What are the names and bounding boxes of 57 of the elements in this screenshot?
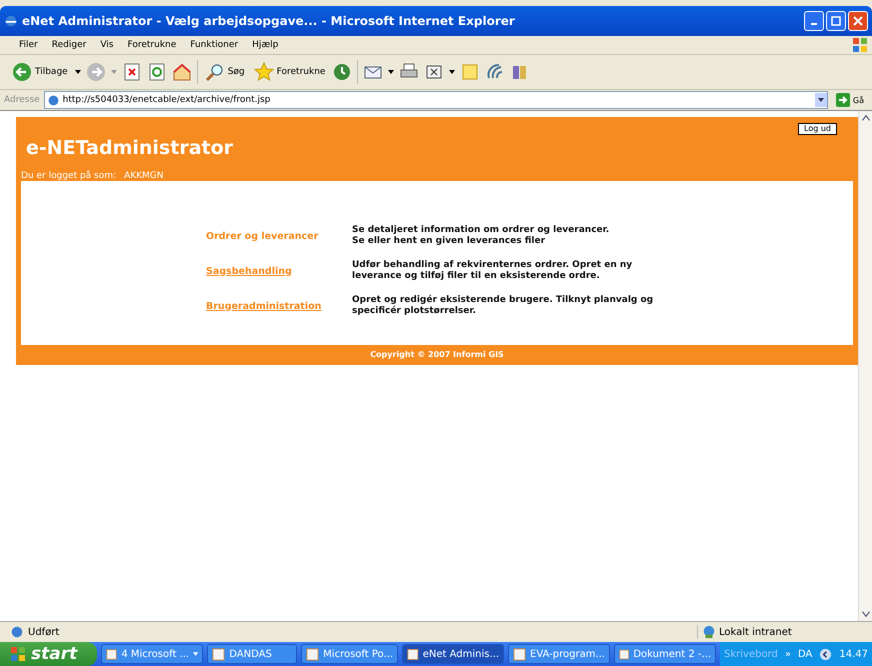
- window-icon: [106, 648, 118, 660]
- status-text: Udført: [28, 626, 60, 638]
- tray-icon[interactable]: [819, 648, 832, 660]
- close-button[interactable]: [848, 11, 868, 31]
- zone-text: Lokalt intranet: [719, 626, 792, 638]
- clock: 14.47: [839, 648, 868, 660]
- maximize-button[interactable]: [826, 11, 846, 31]
- windows-logo-icon: [10, 646, 26, 662]
- start-button[interactable]: start: [0, 642, 98, 666]
- window-icon: [306, 648, 320, 660]
- stop-icon[interactable]: [122, 62, 142, 82]
- search-button[interactable]: Søg: [202, 62, 247, 82]
- caret-icon[interactable]: [74, 70, 81, 74]
- minimize-button[interactable]: [804, 11, 824, 31]
- browser-icon: [4, 14, 18, 28]
- window-icon: [513, 648, 526, 660]
- link-description: Opret og redigér eksisterende brugere. Tilknyt planvalg og specificér plotstørrelser.: [352, 295, 654, 317]
- favorites-button[interactable]: Foretrukne: [252, 62, 328, 82]
- search-icon: [204, 62, 225, 82]
- windows-logo-icon: [852, 37, 868, 53]
- caret-icon[interactable]: [388, 70, 394, 74]
- user-label: Du er logget på som:: [21, 171, 116, 181]
- go-arrow-icon: [836, 93, 850, 107]
- dropdown-icon[interactable]: [814, 93, 827, 107]
- window-icon: [407, 648, 419, 660]
- menu-item[interactable]: Vis: [93, 40, 120, 50]
- home-icon[interactable]: [172, 62, 192, 82]
- window-title: eNet Administrator - Vælg arbejdsopgave... - Microsoft Internet Explorer: [22, 14, 516, 28]
- maximize-icon: [831, 16, 841, 26]
- menu-item[interactable]: Rediger: [44, 40, 94, 50]
- menu-item[interactable]: Filer: [12, 40, 45, 50]
- logout-button[interactable]: Log ud: [798, 123, 837, 135]
- refresh-icon[interactable]: [146, 62, 167, 82]
- history-icon[interactable]: [332, 62, 352, 82]
- menu-item[interactable]: Foretrukne: [120, 40, 184, 50]
- address-field[interactable]: http://s504033/enetcable/ext/archive/front.jsp: [44, 91, 828, 109]
- back-button[interactable]: Tilbage: [10, 62, 70, 82]
- page-icon: [46, 94, 60, 106]
- menu-item[interactable]: Hjælp: [245, 40, 286, 50]
- copyright-text: Copyright © 2007 Informi GIS: [369, 349, 505, 361]
- taskbar-button[interactable]: eNet Adminis...: [402, 644, 504, 664]
- page-icon: [10, 625, 24, 639]
- address-label: Adresse: [4, 95, 40, 105]
- window-icon: [619, 648, 630, 660]
- link-description: Udfør behandling af rekvirenternes ordrer. Opret en ny leverance og tilføj filer til en eksisterende ordre.: [352, 260, 634, 282]
- star-icon: [254, 62, 274, 82]
- window-icon: [212, 648, 226, 660]
- link-description: Se detaljeret information om ordrer og leverancer. Se eller hent en given leverances filer: [352, 225, 610, 247]
- caret-icon[interactable]: [449, 70, 456, 74]
- scrollbar[interactable]: [858, 111, 872, 621]
- go-button[interactable]: Gå: [832, 93, 868, 107]
- intranet-icon: [702, 625, 716, 639]
- menu-item[interactable]: Funktioner: [183, 40, 246, 50]
- minimize-icon: [811, 23, 817, 25]
- close-icon: [853, 16, 863, 26]
- site-title: e-NETadministrator: [26, 137, 234, 159]
- user-name: AKKMGN: [124, 171, 164, 181]
